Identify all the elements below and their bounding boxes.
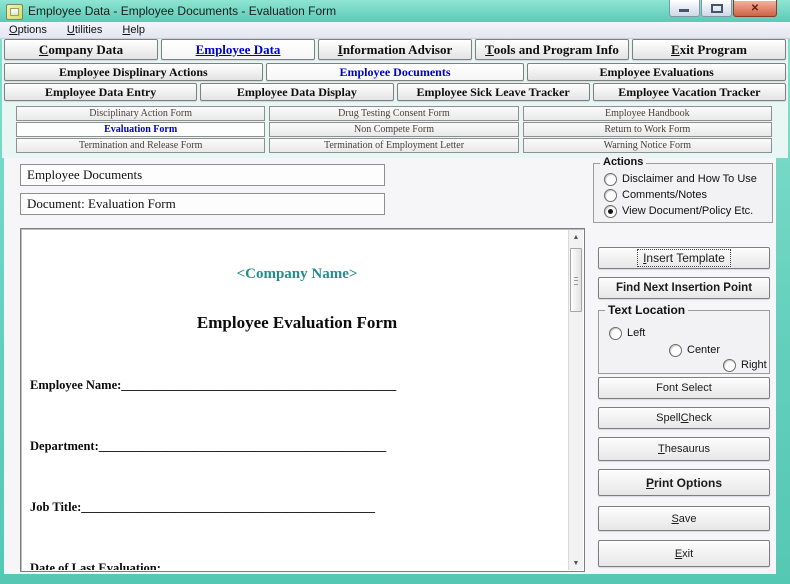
- menu-options[interactable]: Options: [9, 24, 47, 36]
- document-content: <Company Name> Employee Evaluation Form …: [22, 230, 568, 570]
- font-select-button[interactable]: Font Select: [598, 377, 770, 399]
- radio-label: Left: [627, 327, 645, 339]
- radio-icon: [723, 359, 736, 372]
- scroll-up-icon[interactable]: ▲: [569, 230, 583, 244]
- window-controls: ✕: [668, 0, 777, 17]
- radio-icon-selected: [604, 205, 617, 218]
- document-view[interactable]: <Company Name> Employee Evaluation Form …: [20, 228, 585, 572]
- doc-title: Employee Evaluation Form: [30, 313, 564, 332]
- tools-nav-row: Employee Data Entry Employee Data Displa…: [4, 83, 786, 101]
- radio-label: Right: [741, 359, 767, 371]
- actions-caption: Actions: [600, 156, 646, 168]
- docbtn-evaluation-form[interactable]: Evaluation Form: [16, 122, 265, 137]
- radio-text-right[interactable]: Right: [723, 357, 767, 373]
- spell-check-button[interactable]: Spell Check: [598, 407, 770, 429]
- scrollbar-thumb[interactable]: [570, 248, 582, 312]
- save-button[interactable]: Save: [598, 506, 770, 531]
- radio-disclaimer-how-to-use[interactable]: Disclaimer and How To Use: [604, 171, 768, 187]
- tab-employee-sick-leave-tracker[interactable]: Employee Sick Leave Tracker: [397, 83, 590, 101]
- category-label-box: Employee Documents: [20, 164, 385, 186]
- docbtn-warning-notice-form[interactable]: Warning Notice Form: [523, 138, 772, 153]
- text-location-group: Text Location Left Center Right: [598, 310, 770, 374]
- close-button[interactable]: ✕: [733, 0, 777, 17]
- window-title: Employee Data - Employee Documents - Eva…: [28, 4, 336, 18]
- radio-text-center[interactable]: Center: [669, 342, 720, 358]
- maximize-icon: [711, 4, 723, 13]
- radio-text-left[interactable]: Left: [609, 325, 645, 341]
- radio-icon: [604, 173, 617, 186]
- minimize-icon: [679, 9, 689, 12]
- tab-employee-evaluations[interactable]: Employee Evaluations: [527, 63, 786, 81]
- menu-bar: Options Utilities Help: [0, 22, 790, 39]
- category-nav-row: Employee Displinary Actions Employee Doc…: [4, 63, 786, 81]
- tab-employee-disciplinary-actions[interactable]: Employee Displinary Actions: [4, 63, 263, 81]
- main-panel: Employee Documents Document: Evaluation …: [4, 158, 776, 574]
- scroll-down-icon[interactable]: ▼: [569, 556, 583, 570]
- tab-employee-data-entry[interactable]: Employee Data Entry: [4, 83, 197, 101]
- maximize-button[interactable]: [701, 0, 732, 17]
- actions-group: Actions Disclaimer and How To Use Commen…: [593, 163, 773, 223]
- docbtn-drug-testing-consent-form[interactable]: Drug Testing Consent Form: [269, 106, 518, 121]
- primary-nav-row: Company Data Employee Data Information A…: [4, 39, 786, 60]
- doc-line: Job Title:______________________________…: [30, 500, 564, 515]
- nav-information-advisor[interactable]: Information Advisor: [318, 39, 472, 60]
- radio-comments-notes[interactable]: Comments/Notes: [604, 187, 768, 203]
- docbtn-termination-and-release-form[interactable]: Termination and Release Form: [16, 138, 265, 153]
- tab-employee-vacation-tracker[interactable]: Employee Vacation Tracker: [593, 83, 786, 101]
- radio-icon: [609, 327, 622, 340]
- menu-utilities[interactable]: Utilities: [67, 24, 102, 36]
- text-location-caption: Text Location: [605, 303, 688, 317]
- tab-employee-documents[interactable]: Employee Documents: [266, 63, 525, 81]
- vertical-scrollbar[interactable]: ▲ ▼: [568, 230, 583, 570]
- nav-exit-program[interactable]: Exit Program: [632, 39, 786, 60]
- docbtn-return-to-work-form[interactable]: Return to Work Form: [523, 122, 772, 137]
- print-options-button[interactable]: Print Options: [598, 469, 770, 496]
- nav-tools-program-info[interactable]: Tools and Program Info: [475, 39, 629, 60]
- find-next-insertion-point-button[interactable]: Find Next Insertion Point: [598, 277, 770, 299]
- app-icon: [6, 4, 23, 20]
- radio-icon: [604, 189, 617, 202]
- radio-icon: [669, 344, 682, 357]
- radio-label: Disclaimer and How To Use: [622, 173, 757, 185]
- nav-employee-data[interactable]: Employee Data: [161, 39, 315, 60]
- exit-button[interactable]: Exit: [598, 540, 770, 567]
- insert-template-label: Insert Template: [638, 250, 730, 266]
- radio-label: Comments/Notes: [622, 189, 707, 201]
- document-label-box: Document: Evaluation Form: [20, 193, 385, 215]
- scrollbar-grip: [574, 277, 578, 285]
- doc-line: Employee Name:__________________________…: [30, 378, 564, 393]
- radio-view-document-policy[interactable]: View Document/Policy Etc.: [604, 203, 768, 219]
- app-window: Employee Data - Employee Documents - Eva…: [0, 0, 790, 584]
- navigation-band: Company Data Employee Data Information A…: [2, 39, 788, 158]
- doc-line: Date of Last Evaluation:________________…: [30, 561, 564, 570]
- title-bar: Employee Data - Employee Documents - Eva…: [0, 0, 790, 23]
- radio-label: View Document/Policy Etc.: [622, 205, 753, 217]
- docbtn-non-compete-form[interactable]: Non Compete Form: [269, 122, 518, 137]
- docbtn-termination-of-employment-letter[interactable]: Termination of Employment Letter: [269, 138, 518, 153]
- menu-help[interactable]: Help: [122, 24, 145, 36]
- docbtn-employee-handbook[interactable]: Employee Handbook: [523, 106, 772, 121]
- tab-employee-data-display[interactable]: Employee Data Display: [200, 83, 393, 101]
- radio-label: Center: [687, 344, 720, 356]
- close-icon: ✕: [734, 0, 776, 16]
- nav-company-data[interactable]: Company Data: [4, 39, 158, 60]
- docbtn-disciplinary-action-form[interactable]: Disciplinary Action Form: [16, 106, 265, 121]
- doc-line: Department:_____________________________…: [30, 439, 564, 454]
- thesaurus-button[interactable]: Thesaurus: [598, 437, 770, 461]
- minimize-button[interactable]: [669, 0, 700, 17]
- document-buttons-grid: Disciplinary Action Form Drug Testing Co…: [16, 106, 772, 153]
- doc-company-name: <Company Name>: [30, 266, 564, 283]
- insert-template-button[interactable]: Insert Template: [598, 247, 770, 269]
